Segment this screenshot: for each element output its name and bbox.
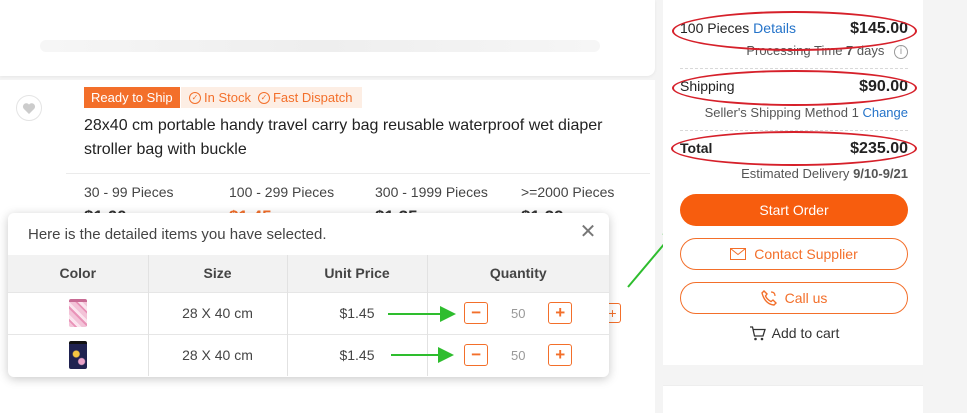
red-annotation-ellipse	[672, 70, 917, 106]
red-annotation-ellipse	[672, 11, 917, 51]
start-order-button[interactable]: Start Order	[680, 194, 908, 226]
divider	[680, 68, 908, 69]
add-to-cart-link[interactable]: Add to cart	[680, 325, 908, 341]
next-panel-edge	[663, 385, 923, 413]
shipping-method: Seller's Shipping Method 1 Change	[704, 105, 908, 120]
info-icon[interactable]: i	[894, 44, 908, 59]
red-annotation-ellipse	[671, 131, 917, 166]
add-to-cart-label: Add to cart	[771, 325, 840, 341]
contact-supplier-label: Contact Supplier	[754, 246, 858, 262]
cart-icon	[749, 325, 766, 340]
call-us-button[interactable]: Call us	[680, 282, 908, 314]
estimated-delivery: Estimated Delivery 9/10-9/21	[741, 166, 908, 181]
delivery-date: 9/10-9/21	[853, 166, 908, 181]
change-link[interactable]: Change	[862, 105, 908, 120]
contact-supplier-button[interactable]: Contact Supplier	[680, 238, 908, 270]
mail-icon	[730, 248, 747, 260]
call-us-label: Call us	[784, 290, 828, 306]
order-summary-panel: 100 Pieces Details $145.00 Processing Ti…	[663, 0, 923, 365]
phone-icon	[760, 290, 777, 306]
